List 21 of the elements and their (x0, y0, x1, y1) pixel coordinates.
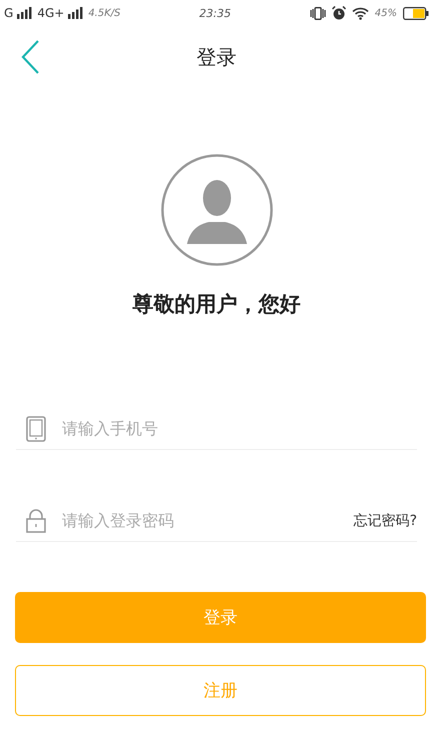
avatar-icon (160, 154, 272, 266)
battery-percent: 45% (374, 8, 397, 18)
battery-icon (403, 6, 429, 20)
page-title: 登录 (196, 44, 236, 68)
clock: 23:35 (199, 6, 231, 20)
vibrate-icon (310, 6, 326, 20)
greeting-text: 尊敬的用户，您好 (132, 291, 302, 318)
forgot-password-link[interactable]: 忘记密码? (354, 512, 417, 530)
signal-icon (68, 7, 84, 19)
alarm-icon (332, 6, 346, 20)
wifi-icon (352, 6, 369, 20)
network-label: G (4, 6, 14, 20)
phone-icon (26, 416, 46, 442)
login-button[interactable]: 登录 (15, 592, 426, 643)
phone-field[interactable]: 请输入手机号 (60, 418, 417, 439)
network-label: 4G+ (37, 6, 64, 20)
network-speed: 4.5K/S (88, 8, 120, 18)
register-button[interactable]: 注册 (15, 665, 426, 716)
lock-icon (26, 508, 46, 532)
signal-icon (17, 7, 34, 19)
password-field[interactable]: 请输入登录密码 (60, 510, 340, 531)
